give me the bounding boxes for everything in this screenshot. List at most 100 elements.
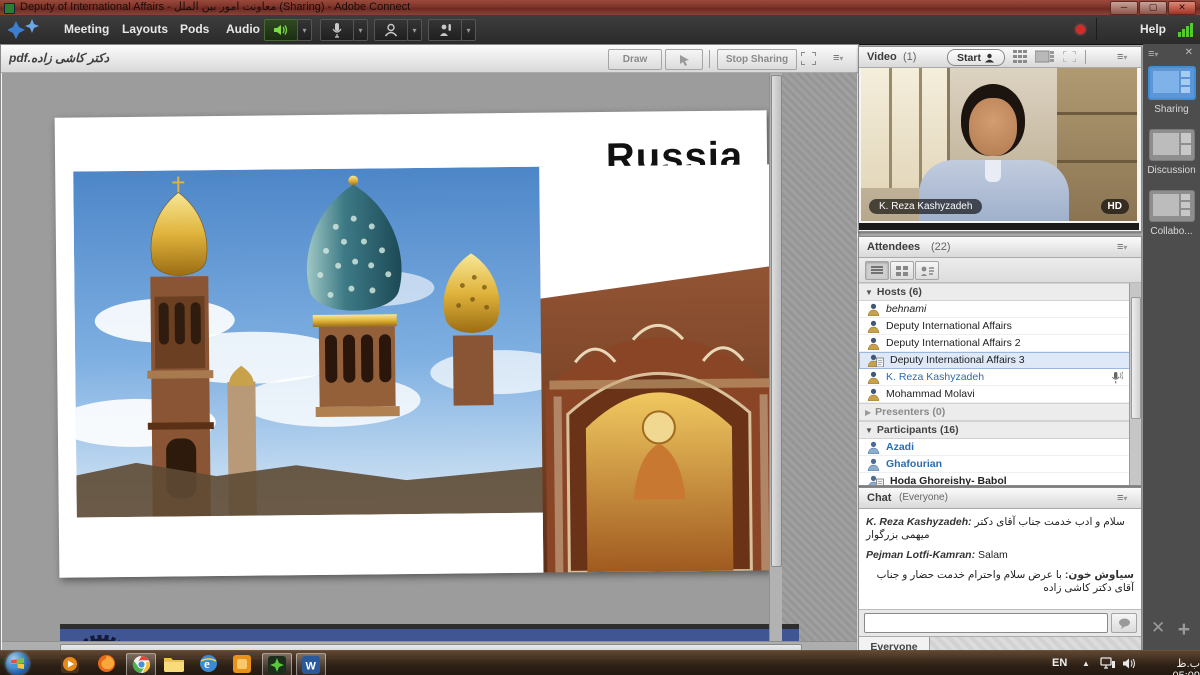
attendee-row[interactable]: Deputy International Affairs 2	[859, 335, 1141, 352]
vertical-scrollbar-thumb[interactable]	[771, 75, 782, 567]
participants-group-header[interactable]: ▼Participants (16)	[859, 421, 1141, 439]
status-view-button[interactable]	[915, 261, 939, 280]
raise-hand-icon	[438, 23, 453, 37]
start-webcam-button[interactable]: Start	[947, 49, 1005, 66]
participant-document-icon	[867, 475, 884, 486]
attendees-pod: Attendees (22) ≡▾ ▼Hosts (6) behnami	[858, 236, 1142, 486]
taskbar: e W EN ▲ ب.ظ 05:09	[0, 650, 1200, 675]
filmstrip-view-icon[interactable]	[1035, 50, 1055, 64]
share-pod-menu-icon[interactable]: ≡▾	[833, 48, 843, 69]
fullscreen-icon[interactable]	[1063, 51, 1076, 62]
chat-sender: Pejman Lotfi-Kamran:	[866, 549, 975, 561]
layout-bar-menu-icon[interactable]: ≡▾	[1148, 44, 1158, 65]
minimize-button[interactable]: ─	[1110, 1, 1138, 15]
start-button[interactable]	[6, 652, 29, 675]
recording-indicator-icon	[1076, 25, 1085, 34]
attendee-name: Azadi	[886, 439, 914, 455]
attendees-scrollbar[interactable]	[1129, 283, 1141, 485]
share-pod: دکتر کاشی زاده.pdf Draw Stop Sharing ≡▾ …	[0, 44, 859, 660]
windows-logo-icon	[11, 657, 24, 670]
attendee-name: Deputy International Affairs 2	[886, 335, 1021, 351]
microphone-active-icon	[1110, 371, 1123, 384]
list-view-button[interactable]	[865, 261, 889, 280]
attendee-row[interactable]: Deputy International Affairs	[859, 318, 1141, 335]
webcam-video: K. Reza Kashyzadeh HD	[861, 68, 1137, 221]
chat-input[interactable]	[864, 613, 1108, 633]
tray-expand-icon[interactable]: ▲	[1082, 659, 1090, 668]
speaker-dropdown[interactable]: ▾	[297, 19, 312, 41]
close-pod-icon[interactable]: ✕	[1151, 618, 1165, 638]
microphone-icon	[332, 23, 342, 38]
presenters-group-header[interactable]: ▶Presenters (0)	[859, 403, 1141, 421]
add-layout-icon[interactable]: +	[1178, 618, 1190, 642]
taskbar-internet-explorer[interactable]: e	[196, 653, 220, 674]
draw-button[interactable]: Draw	[608, 49, 662, 70]
vertical-scrollbar[interactable]	[769, 73, 782, 641]
chat-pod-menu-icon[interactable]: ≡▾	[1117, 488, 1127, 509]
microphone-button[interactable]	[320, 19, 354, 41]
layout-bar-close-icon[interactable]: ✕	[1185, 47, 1193, 58]
webcam-dropdown[interactable]: ▾	[407, 19, 422, 41]
fullscreen-icon[interactable]	[801, 52, 816, 65]
host-document-icon	[867, 354, 884, 367]
attendee-name: Deputy International Affairs	[886, 318, 1012, 334]
menu-help[interactable]: Help	[1126, 15, 1180, 44]
taskbar-firefox[interactable]	[94, 653, 118, 674]
attendees-count: (22)	[931, 237, 951, 257]
chat-sender: سیاوش خون:	[1065, 569, 1134, 581]
attendee-row[interactable]: Azadi	[859, 439, 1141, 456]
maximize-button[interactable]: ▢	[1139, 1, 1167, 15]
hosts-group-header[interactable]: ▼Hosts (6)	[859, 283, 1141, 301]
clock[interactable]: ب.ظ 05:09	[1146, 657, 1200, 675]
menu-bar: Meeting Layouts Pods Audio ▾ ▾ ▾	[0, 15, 1200, 45]
attendee-row-selected[interactable]: Deputy International Affairs 3	[859, 352, 1141, 369]
host-icon	[867, 388, 880, 401]
close-button[interactable]: ✕	[1168, 1, 1196, 15]
adobe-connect-window: Deputy of International Affairs - معاونت…	[0, 0, 1200, 675]
attendee-row[interactable]: Ghafourian	[859, 456, 1141, 473]
webcam-person-icon	[384, 23, 398, 37]
taskbar-media-player[interactable]	[58, 653, 82, 674]
svg-text:W: W	[306, 660, 317, 672]
stop-sharing-button[interactable]: Stop Sharing	[717, 49, 797, 70]
attendee-name: Mohammad Molavi	[886, 386, 975, 402]
volume-icon[interactable]	[1122, 657, 1136, 670]
layout-sharing[interactable]	[1148, 66, 1196, 100]
taskbar-word-active[interactable]: W	[296, 653, 326, 675]
webcam-name-tag: K. Reza Kashyzadeh	[869, 199, 982, 214]
chat-text: Salam	[978, 549, 1008, 561]
language-indicator[interactable]: EN	[1052, 657, 1067, 669]
status-button[interactable]	[428, 19, 462, 41]
send-message-button[interactable]	[1111, 613, 1137, 633]
attendees-scrollbar-thumb[interactable]	[1131, 297, 1141, 419]
attendee-row[interactable]: K. Reza Kashyzadeh	[859, 369, 1141, 386]
layout-collaboration[interactable]	[1149, 190, 1195, 222]
microphone-dropdown[interactable]: ▾	[353, 19, 368, 41]
grid-view-icon[interactable]	[1013, 50, 1030, 64]
webcam-button[interactable]	[374, 19, 408, 41]
layout-discussion[interactable]	[1149, 129, 1195, 161]
chat-pod: Chat (Everyone) ≡▾ K. Reza Kashyzadeh: س…	[858, 487, 1142, 650]
pointer-button[interactable]	[665, 49, 703, 70]
attendees-pod-menu-icon[interactable]: ≡▾	[1117, 237, 1127, 258]
shirt-collar	[985, 160, 1001, 182]
host-icon	[867, 320, 880, 333]
attendees-toolbar	[859, 258, 1141, 283]
attendee-row[interactable]: Mohammad Molavi	[859, 386, 1141, 403]
network-icon[interactable]	[1100, 657, 1115, 670]
chat-scope: (Everyone)	[899, 488, 948, 508]
speaker-button[interactable]	[264, 19, 298, 41]
taskbar-explorer[interactable]	[162, 653, 186, 674]
taskbar-chrome-active[interactable]	[126, 653, 156, 675]
attendee-row[interactable]: behnami	[859, 301, 1141, 318]
grid-view-button[interactable]	[890, 261, 914, 280]
taskbar-adobe-connect-active[interactable]	[262, 653, 292, 675]
video-pod-menu-icon[interactable]: ≡▾	[1117, 47, 1127, 68]
status-dropdown[interactable]: ▾	[461, 19, 476, 41]
attendee-name: Hoda Ghoreishy- Babol	[890, 473, 1007, 485]
attendee-row[interactable]: Hoda Ghoreishy- Babol	[859, 473, 1141, 485]
person-face	[969, 98, 1017, 156]
share-content: Russia	[2, 73, 857, 657]
list-view-icon	[871, 266, 883, 276]
taskbar-orange-app[interactable]	[230, 653, 254, 674]
